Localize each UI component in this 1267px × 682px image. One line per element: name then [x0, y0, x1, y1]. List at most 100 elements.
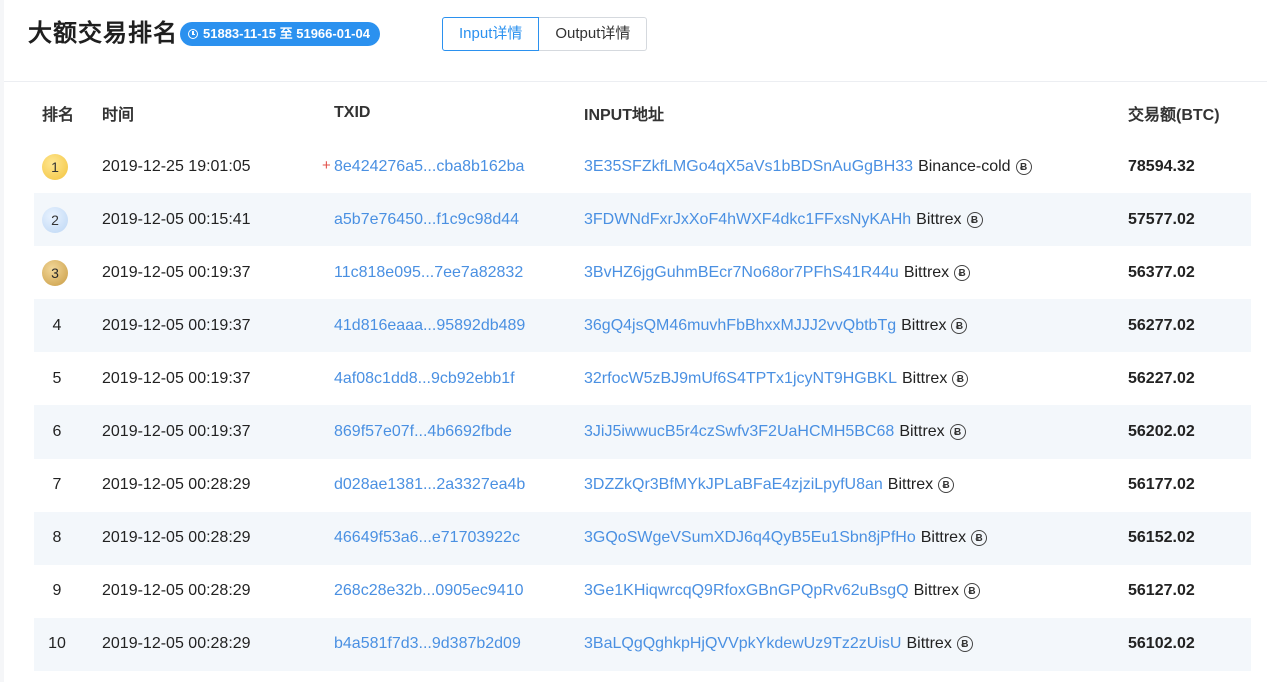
rank-cell: 7	[34, 476, 102, 494]
rank-cell: 8	[34, 529, 102, 547]
rank-cell: 2	[34, 206, 102, 233]
rank-number: 5	[52, 369, 62, 387]
txid-link[interactable]: 869f57e07f...4b6692fbde	[334, 423, 512, 440]
txid-text: b4a581f7d3...9d387b2d09	[334, 635, 521, 653]
time-cell: 2019-12-05 00:28:29	[102, 582, 251, 600]
txid-link[interactable]: b4a581f7d3...9d387b2d09	[334, 635, 521, 652]
txid-text: 268c28e32b...0905ec9410	[334, 582, 524, 600]
txid-link[interactable]: 46649f53a6...e71703922c	[334, 529, 520, 546]
input-address-link[interactable]: 3E35SFZkfLMGo4qX5aVs1bBDSnAuGgBH33	[584, 158, 913, 175]
table-row: 8 2019-12-05 00:28:29 46649f53a6...e717039…	[34, 511, 1251, 565]
txid-cell: 41d816eaaa...95892db489	[334, 317, 584, 335]
table-row: 1 2019-12-25 19:01:05 +8e424276a5...cba8b1…	[34, 140, 1251, 193]
table-row: 9 2019-12-05 00:28:29 268c28e32b...0905ec9…	[34, 565, 1251, 618]
txid-link[interactable]: 4af08c1dd8...9cb92ebb1f	[334, 370, 515, 387]
clock-icon	[188, 29, 198, 39]
bitcoin-icon: Ƀ	[966, 211, 983, 228]
txid-link[interactable]: a5b7e76450...f1c9c98d44	[334, 211, 519, 228]
input-address-link[interactable]: 3DZZkQr3BfMYkJPLaBFaE4zjziLpyfU8an	[584, 476, 883, 493]
input-address-cell: 36gQ4jsQM46muvhFbBhxxMJJJ2vvQbtbTg Bittre…	[584, 317, 1128, 335]
input-address-cell: 3BvHZ6jgGuhmBEcr7No68or7PFhS41R44u Bittre…	[584, 264, 1128, 282]
txid-link[interactable]: 268c28e32b...0905ec9410	[334, 582, 524, 599]
txid-link[interactable]: 11c818e095...7ee7a82832	[334, 264, 523, 281]
txid-cell: 268c28e32b...0905ec9410	[334, 582, 584, 600]
amount-cell: 56202.02	[1128, 423, 1195, 441]
amount-cell: 56152.02	[1128, 529, 1195, 547]
time-cell: 2019-12-05 00:19:37	[102, 423, 251, 441]
bitcoin-icon: Ƀ	[971, 530, 988, 547]
txid-link[interactable]: d028ae1381...2a3327ea4b	[334, 476, 525, 493]
page-title: 大额交易排名	[28, 20, 178, 47]
input-address-link[interactable]: 36gQ4jsQM46muvhFbBhxxMJJJ2vvQbtbTg	[584, 317, 896, 334]
input-address-link[interactable]: 3GQoSWgeVSumXDJ6q4QyB5Eu1Sbn8jPfHo	[584, 529, 916, 546]
txid-text: 8e424276a5...cba8b162ba	[334, 157, 525, 175]
txid-cell: b4a581f7d3...9d387b2d09	[334, 635, 584, 653]
address-tag: Bittrex	[901, 369, 948, 387]
tab-output-detail[interactable]: Output详情	[539, 17, 648, 51]
column-header-time: 时间	[102, 107, 135, 124]
input-address-link[interactable]: 3BaLQgQghkpHjQVVpkYkdewUz9Tz2zUisU	[584, 635, 901, 652]
txid-cell: 4af08c1dd8...9cb92ebb1f	[334, 370, 584, 388]
input-address-link[interactable]: 3FDWNdFxrJxXoF4hWXF4dkc1FFxsNyKAHh	[584, 211, 911, 228]
table-body: 1 2019-12-25 19:01:05 +8e424276a5...cba8b1…	[34, 140, 1251, 671]
column-header-input-address: INPUT地址	[584, 107, 665, 124]
input-address-cell: 32rfocW5zBJ9mUf6S4TPTx1jcyNT9HGBKL Bittre…	[584, 370, 1128, 388]
rank-medal-bronze: 3	[42, 259, 68, 286]
address-tag: Bittrex	[913, 582, 959, 600]
address-tag: Bittrex	[901, 316, 947, 334]
txid-cell: 46649f53a6...e71703922c	[334, 529, 584, 547]
bitcoin-icon: Ƀ	[952, 370, 969, 387]
txid-text: d028ae1381...2a3327ea4b	[334, 476, 526, 494]
txid-text: 869f57e07f...4b6692fbde	[334, 423, 512, 441]
input-address-cell: 3DZZkQr3BfMYkJPLaBFaE4zjziLpyfU8an Bittre…	[584, 476, 1128, 494]
address-tag: Binance-cold	[918, 157, 1011, 175]
txid-cell: a5b7e76450...f1c9c98d44	[334, 211, 584, 229]
bitcoin-icon: Ƀ	[963, 583, 980, 600]
input-address-cell: 3GQoSWgeVSumXDJ6q4QyB5Eu1Sbn8jPfHo Bittre…	[584, 529, 1128, 547]
bitcoin-icon: Ƀ	[954, 264, 971, 281]
txid-cell: 869f57e07f...4b6692fbde	[334, 423, 584, 441]
table-row: 2 2019-12-05 00:15:41 a5b7e76450...f1c9c98…	[34, 193, 1251, 247]
input-address-cell: 3BaLQgQghkpHjQVVpkYkdewUz9Tz2zUisU Bittre…	[584, 635, 1128, 653]
txid-text: 11c818e095...7ee7a82832	[334, 263, 524, 281]
rank-cell: 10	[34, 635, 102, 653]
table-row: 4 2019-12-05 00:19:37 41d816eaaa...95892db…	[34, 299, 1251, 353]
bitcoin-icon: Ƀ	[949, 424, 966, 441]
time-cell: 2019-12-05 00:28:29	[102, 529, 251, 547]
txid-cell: 11c818e095...7ee7a82832	[334, 264, 584, 282]
rank-cell: 6	[34, 423, 102, 441]
amount-cell: 56127.02	[1128, 582, 1195, 600]
rank-number: 9	[52, 582, 62, 600]
input-address-cell: 3FDWNdFxrJxXoF4hWXF4dkc1FFxsNyKAHh Bittre…	[584, 211, 1128, 229]
time-cell: 2019-12-05 00:19:37	[102, 263, 251, 281]
txid-link[interactable]: 41d816eaaa...95892db489	[334, 317, 525, 334]
input-address-cell: 3Ge1KHiqwrcqQ9RfoxGBnGPQpRv62uBsgQ Bittre…	[584, 582, 1128, 600]
txid-link[interactable]: +8e424276a5...cba8b162ba	[322, 157, 525, 175]
table-row: 6 2019-12-05 00:19:37 869f57e07f...4b6692f…	[34, 405, 1251, 459]
amount-cell: 56377.02	[1128, 263, 1195, 281]
txid-text: a5b7e76450...f1c9c98d44	[334, 210, 520, 228]
txid-text: 4af08c1dd8...9cb92ebb1f	[334, 369, 515, 387]
input-address-cell: 3E35SFZkfLMGo4qX5aVs1bBDSnAuGgBH33 Binanc…	[584, 158, 1128, 176]
address-tag: Bittrex	[899, 423, 945, 441]
input-address-link[interactable]: 3JiJ5iwwucB5r4czSwfv3F2UaHCMH5BC68	[584, 423, 894, 440]
txid-text: 41d816eaaa...95892db489	[334, 316, 526, 334]
rank-cell: 3	[34, 259, 102, 286]
bitcoin-icon: Ƀ	[1015, 158, 1032, 175]
date-range-text: 51883-11-15 至 51966-01-04	[203, 26, 370, 41]
input-address-link[interactable]: 3BvHZ6jgGuhmBEcr7No68or7PFhS41R44u	[584, 264, 899, 281]
address-tag: Bittrex	[916, 210, 962, 228]
rank-number: 7	[52, 476, 62, 494]
rank-cell: 4	[34, 317, 102, 335]
amount-cell: 56177.02	[1128, 476, 1195, 494]
amount-cell: 56102.02	[1128, 635, 1195, 653]
input-address-link[interactable]: 32rfocW5zBJ9mUf6S4TPTx1jcyNT9HGBKL	[584, 370, 897, 387]
rank-number: 4	[52, 316, 62, 334]
input-address-cell: 3JiJ5iwwucB5r4czSwfv3F2UaHCMH5BC68 Bittre…	[584, 423, 1128, 441]
txid-text: 46649f53a6...e71703922c	[334, 529, 520, 547]
table-row: 3 2019-12-05 00:19:37 11c818e095...7ee7a82…	[34, 246, 1251, 299]
tab-input-detail[interactable]: Input详情	[442, 17, 540, 51]
rank-cell: 5	[34, 370, 102, 388]
input-address-link[interactable]: 3Ge1KHiqwrcqQ9RfoxGBnGPQpRv62uBsgQ	[584, 582, 909, 599]
rank-cell: 1	[34, 153, 102, 180]
